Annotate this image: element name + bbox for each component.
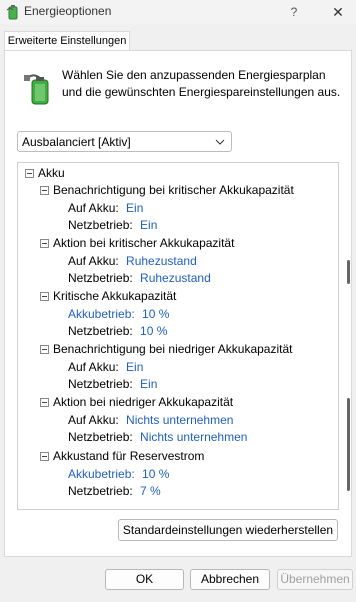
setting-label: Netzbetrieb: xyxy=(68,377,133,391)
scrollbar-thumb[interactable] xyxy=(347,398,350,491)
plan-select-value: Ausbalanciert [Aktiv] xyxy=(22,135,131,149)
setting-value-link[interactable]: 10 % xyxy=(140,324,167,338)
tree-root-label[interactable]: Akku xyxy=(38,165,65,182)
setting-label: Auf Akku: xyxy=(68,360,119,374)
setting-value-link[interactable]: 10 % xyxy=(142,467,169,481)
collapse-icon[interactable] xyxy=(40,452,49,461)
cancel-button[interactable]: Abbrechen xyxy=(190,569,270,590)
setting-value-link[interactable]: 7 % xyxy=(140,484,161,498)
tree-group-label[interactable]: Aktion bei kritischer Akkukapazität xyxy=(53,235,234,252)
collapse-icon[interactable] xyxy=(40,398,49,407)
apply-button[interactable]: Übernehmen xyxy=(277,569,353,590)
tree-setting-row: Auf Akku: Ein xyxy=(68,200,143,217)
tree-setting-row: Auf Akku: Ein xyxy=(68,359,143,376)
setting-value-link[interactable]: Ruhezustand xyxy=(126,254,197,268)
setting-label: Netzbetrieb: xyxy=(68,484,133,498)
tree-setting-row: Auf Akku: Nichts unternehmen xyxy=(68,412,233,429)
tree-setting-row: Netzbetrieb: 10 % xyxy=(68,323,167,340)
tree-setting-row: Netzbetrieb: Ein xyxy=(68,217,157,234)
setting-label: Auf Akku: xyxy=(68,413,119,427)
tree-setting-row: Netzbetrieb: Ruhezustand xyxy=(68,270,211,287)
tree-group-label[interactable]: Benachrichtigung bei kritischer Akkukapa… xyxy=(53,182,294,199)
tree-setting-row: Akkubetrieb: 10 % xyxy=(68,466,169,483)
tree-setting-row: Auf Akku: Ruhezustand xyxy=(68,253,197,270)
tree-group-label[interactable]: Akkustand für Reservestrom xyxy=(53,448,204,465)
tree-setting-row: Netzbetrieb: 7 % xyxy=(68,483,161,500)
window-title: Energieoptionen xyxy=(24,4,112,18)
tree-group-label[interactable]: Aktion bei niedriger Akkukapazität xyxy=(53,394,233,411)
collapse-icon[interactable] xyxy=(40,345,49,354)
setting-value-link[interactable]: Ein xyxy=(126,360,143,374)
setting-value-link[interactable]: Ein xyxy=(140,377,157,391)
scrollbar-thumb[interactable] xyxy=(347,260,350,284)
title-bar: Energieoptionen ? ✕ xyxy=(0,0,356,24)
setting-label: Akkubetrieb: xyxy=(68,467,135,481)
collapse-icon[interactable] xyxy=(25,169,34,178)
collapse-icon[interactable] xyxy=(40,292,49,301)
setting-value-link[interactable]: Ein xyxy=(140,218,157,232)
tree-setting-row: Akkubetrieb: 10 % xyxy=(68,306,169,323)
setting-value-link[interactable]: 10 % xyxy=(142,307,169,321)
setting-label: Akkubetrieb: xyxy=(68,307,135,321)
tree-setting-row: Netzbetrieb: Ein xyxy=(68,376,157,393)
setting-label: Auf Akku: xyxy=(68,201,119,215)
setting-value-link[interactable]: Nichts unternehmen xyxy=(126,413,233,427)
settings-tree[interactable]: Akku Benachrichtigung bei kritischer Akk… xyxy=(17,162,339,510)
setting-label: Netzbetrieb: xyxy=(68,218,133,232)
battery-plug-icon xyxy=(22,70,52,109)
setting-label: Netzbetrieb: xyxy=(68,430,133,444)
collapse-icon[interactable] xyxy=(40,239,49,248)
restore-defaults-button[interactable]: Standardeinstellungen wiederherstellen xyxy=(118,519,338,541)
tree-group-label[interactable]: Kritische Akkukapazität xyxy=(53,288,176,305)
tree-setting-row: Netzbetrieb: Nichts unternehmen xyxy=(68,429,247,446)
setting-value-link[interactable]: Ruhezustand xyxy=(140,271,211,285)
chevron-down-icon xyxy=(215,136,225,150)
intro-text: Wählen Sie den anzupassenden Energiespar… xyxy=(62,68,341,99)
battery-app-icon xyxy=(6,4,20,23)
ok-button[interactable]: OK xyxy=(105,569,184,590)
help-button[interactable]: ? xyxy=(282,2,306,22)
setting-value-link[interactable]: Nichts unternehmen xyxy=(140,430,247,444)
tree-group-label[interactable]: Benachrichtigung bei niedriger Akkukapaz… xyxy=(53,341,292,358)
setting-label: Netzbetrieb: xyxy=(68,271,133,285)
close-button[interactable]: ✕ xyxy=(326,2,350,22)
plan-select[interactable]: Ausbalanciert [Aktiv] xyxy=(17,131,232,152)
setting-label: Netzbetrieb: xyxy=(68,324,133,338)
tab-advanced-settings[interactable]: Erweiterte Einstellungen xyxy=(4,31,130,51)
setting-label: Auf Akku: xyxy=(68,254,119,268)
collapse-icon[interactable] xyxy=(40,186,49,195)
setting-value-link[interactable]: Ein xyxy=(126,201,143,215)
